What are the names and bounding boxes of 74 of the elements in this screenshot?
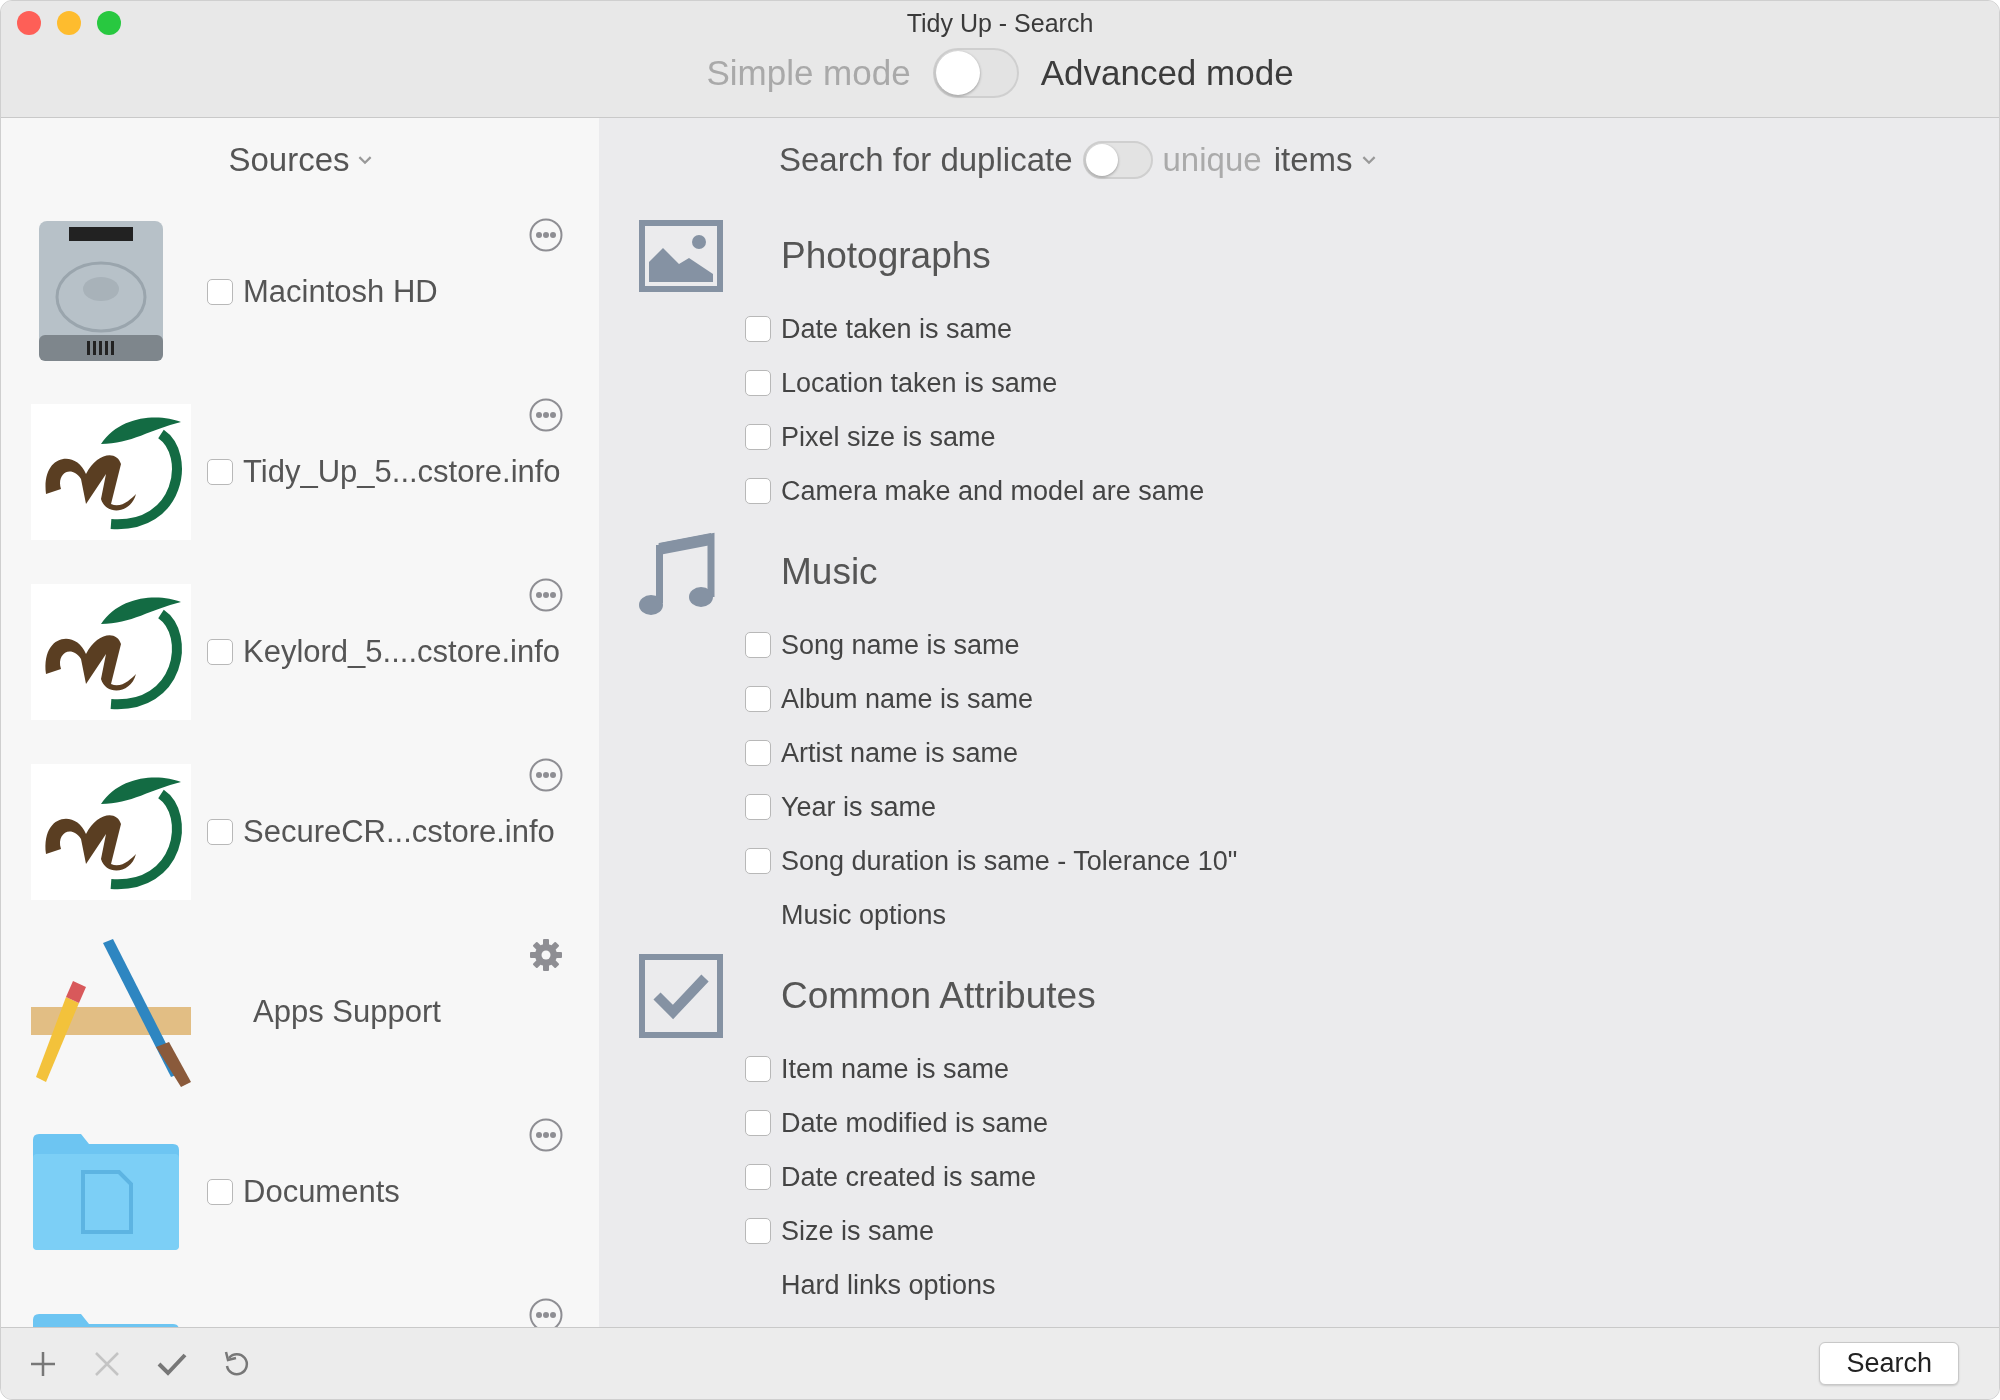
source-checkbox[interactable] <box>207 1179 233 1205</box>
mode-label: Simple mode <box>706 53 911 93</box>
search-button[interactable]: Search <box>1819 1342 1959 1385</box>
option-label[interactable]: Year is same <box>781 791 937 823</box>
option-checkbox[interactable] <box>745 424 771 450</box>
source-name[interactable]: Apps Support <box>253 994 441 1030</box>
option-label[interactable]: Song duration is same - Tolerance 10" <box>781 845 1238 877</box>
duplicate-label: Search for duplicate <box>779 141 1073 179</box>
source-name[interactable]: SecureCR...cstore.info <box>243 814 555 850</box>
minimize-button[interactable] <box>57 11 81 35</box>
add-icon[interactable] <box>29 1349 57 1378</box>
leaf-logo-icon <box>31 584 191 720</box>
leaf-logo-icon <box>31 764 191 900</box>
items-menu[interactable]: items <box>1273 141 1353 179</box>
option-checkbox[interactable] <box>745 1056 771 1082</box>
option-label[interactable]: Camera make and model are same <box>781 475 1205 507</box>
option-checkbox[interactable] <box>745 848 771 874</box>
undo-icon[interactable] <box>223 1349 251 1378</box>
source-name[interactable]: Keylord_5....cstore.info <box>243 634 561 670</box>
source-name[interactable]: Documents <box>243 1174 400 1210</box>
options-link[interactable]: Music options <box>781 899 947 931</box>
section-heading: Common Attributes <box>781 975 1096 1017</box>
option-checkbox[interactable] <box>745 316 771 342</box>
folder-icon <box>31 1132 181 1252</box>
option-checkbox[interactable] <box>745 1110 771 1136</box>
option-label[interactable]: Pixel size is same <box>781 421 996 453</box>
option-label[interactable]: Song name is same <box>781 629 1020 661</box>
more-icon[interactable] <box>529 758 563 792</box>
chevron-down-icon <box>1362 155 1377 165</box>
ruler-pencil-brush-icon <box>31 937 191 1087</box>
source-name[interactable]: Tidy_Up_5...cstore.info <box>243 454 561 490</box>
more-icon[interactable] <box>529 218 563 252</box>
option-checkbox[interactable] <box>745 370 771 396</box>
zoom-button[interactable] <box>97 11 121 35</box>
more-icon[interactable] <box>529 1118 563 1152</box>
options-link[interactable]: Hard links options <box>781 1269 996 1301</box>
option-label[interactable]: Location taken is same <box>781 367 1058 399</box>
checkmark-icon[interactable] <box>157 1351 187 1376</box>
section-heading: Photographs <box>781 235 991 277</box>
source-checkbox[interactable] <box>207 639 233 665</box>
option-checkbox[interactable] <box>745 794 771 820</box>
option-label[interactable]: Item name is same <box>781 1053 1010 1085</box>
source-name[interactable]: Macintosh HD <box>243 274 438 310</box>
option-label[interactable]: Date created is same <box>781 1161 1037 1193</box>
option-checkbox[interactable] <box>745 478 771 504</box>
section-heading: Music <box>781 551 878 593</box>
sources-menu[interactable]: Sources <box>228 141 350 179</box>
option-label[interactable]: Date taken is same <box>781 313 1013 345</box>
option-label[interactable]: Artist name is same <box>781 737 1019 769</box>
mode-toggle[interactable] <box>932 48 1019 98</box>
window-title: Tidy Up - Search <box>906 9 1094 38</box>
option-checkbox[interactable] <box>745 740 771 766</box>
mode-label: Advanced mode <box>1040 53 1294 93</box>
option-label[interactable]: Date modified is same <box>781 1107 1049 1139</box>
unique-label: unique <box>1162 141 1262 179</box>
more-icon[interactable] <box>529 1298 563 1327</box>
more-icon[interactable] <box>529 398 563 432</box>
option-label[interactable]: Size is same <box>781 1215 935 1247</box>
leaf-logo-icon <box>31 404 191 540</box>
chevron-down-icon <box>357 155 372 165</box>
source-checkbox[interactable] <box>207 279 233 305</box>
option-checkbox[interactable] <box>745 1164 771 1190</box>
more-icon[interactable] <box>529 578 563 612</box>
source-checkbox[interactable] <box>207 819 233 845</box>
option-checkbox[interactable] <box>745 686 771 712</box>
settings-icon[interactable] <box>529 938 563 972</box>
option-label[interactable]: Album name is same <box>781 683 1034 715</box>
duplicate-unique-toggle[interactable] <box>1082 141 1153 179</box>
option-checkbox[interactable] <box>745 1218 771 1244</box>
option-checkbox[interactable] <box>745 632 771 658</box>
source-checkbox[interactable] <box>207 459 233 485</box>
close-button[interactable] <box>17 11 41 35</box>
image-icon <box>639 220 723 292</box>
checkbox-checked-icon <box>639 954 723 1038</box>
